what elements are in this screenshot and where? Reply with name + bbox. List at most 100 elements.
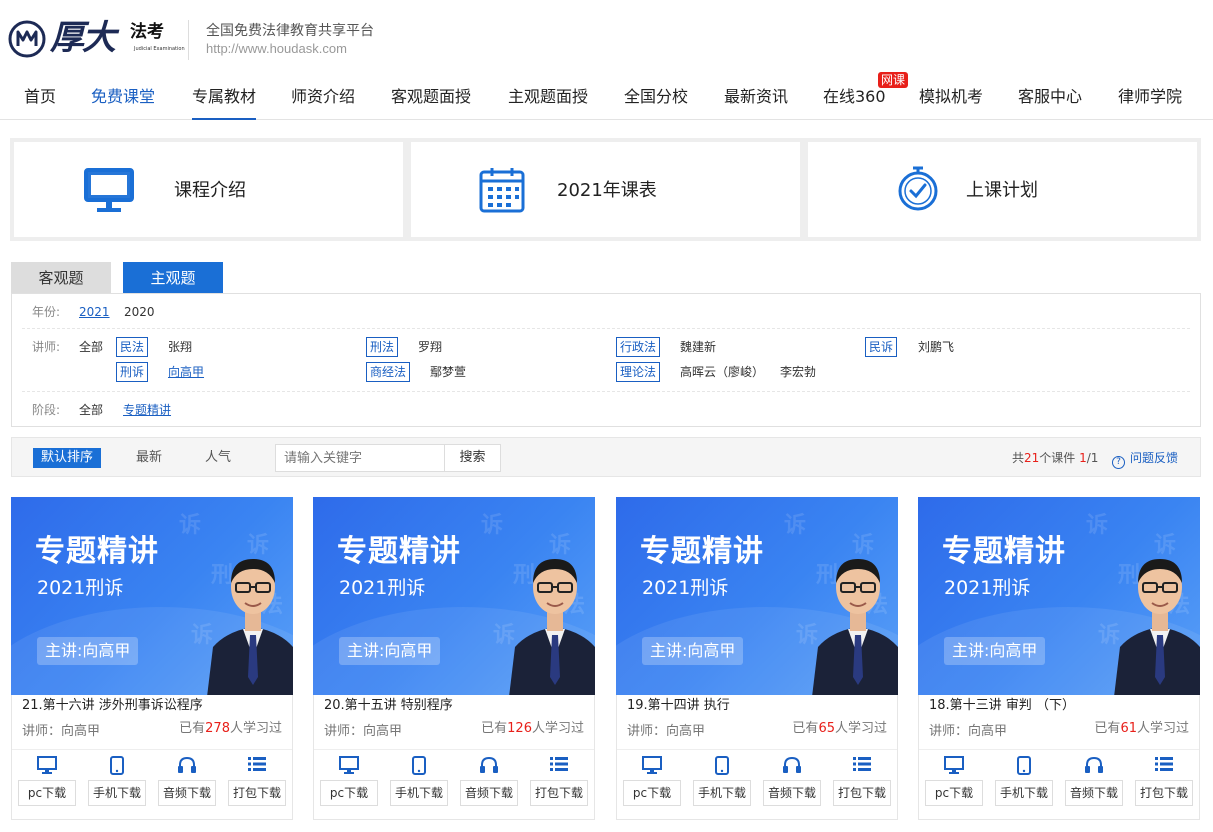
package-download-button[interactable]: 打包下载 [833,780,891,806]
headphones-icon [480,756,498,773]
sort-default-button[interactable]: 默认排序 [33,448,102,468]
nav-item-branches[interactable]: 全国分校 [624,86,688,120]
tab-subjective[interactable]: 主观题 [123,262,223,294]
audio-download-button[interactable]: 音频下载 [763,780,821,806]
subject-tag-civil-procedure[interactable]: 民诉 [865,337,898,357]
search-input[interactable] [275,444,445,472]
course-title[interactable]: 18.第十三讲 审判 （下） [929,697,1075,715]
package-download-button[interactable]: 打包下载 [530,780,588,806]
sort-toolbar: 默认排序 最新 人气 搜索 共21个课件 1/1 ? 问题反馈 [11,437,1201,477]
nav-item-news[interactable]: 最新资讯 [724,86,788,120]
nav-item-lawyer-academy[interactable]: 律师学院 [1118,86,1182,120]
card-divider [617,749,897,750]
package-download-button[interactable]: 打包下载 [1135,780,1193,806]
teacher-all[interactable]: 全部 [79,339,103,355]
teacher-gao-huiyun[interactable]: 高晖云（廖峻） [680,364,764,380]
teacher-zhang-xiang[interactable]: 张翔 [168,339,192,355]
monitor-icon [642,756,662,774]
subject-tag-criminal-procedure[interactable]: 刑诉 [116,362,149,382]
stage-topic-lecture[interactable]: 专题精讲 [123,402,171,418]
online-course-badge: 网课 [878,72,909,88]
nav-item-free-class[interactable]: 免费课堂 [91,86,155,120]
course-teacher: 讲师：向高甲 [324,724,403,739]
audio-download: 音频下载 [158,756,216,818]
teacher-xiang-gaojia[interactable]: 向高甲 [168,364,204,380]
audio-download-button[interactable]: 音频下载 [460,780,518,806]
package-download: 打包下载 [228,756,286,818]
nav-item-home[interactable]: 首页 [24,86,56,120]
subject-tag-civil[interactable]: 民法 [116,337,149,357]
mobile-download-button[interactable]: 手机下载 [693,780,751,806]
learned-prefix: 已有 [179,721,206,736]
year-option-2020[interactable]: 2020 [124,304,155,320]
thumbnail-title: 专题精讲 [35,534,159,569]
pc-download-button[interactable]: pc下载 [925,780,983,806]
package-download-button[interactable]: 打包下载 [228,780,286,806]
learned-number: 278 [205,721,230,736]
course-card-1[interactable]: 诉法诉刑诉 专题精讲 2021刑诉 主讲:向高甲 21.第十六讲 涉外刑事诉讼程… [11,497,293,820]
logo-en-text: Judicial Examination [134,46,185,52]
nav-item-subjective-class[interactable]: 主观题面授 [508,86,588,120]
teacher-li-hongbo[interactable]: 李宏勃 [780,364,816,380]
course-card-2[interactable]: 诉法诉刑诉 专题精讲 2021刑诉 主讲:向高甲 20.第十五讲 特别程序 讲师… [313,497,595,820]
sort-popular-button[interactable]: 人气 [205,448,231,468]
course-title[interactable]: 19.第十四讲 执行 [627,697,730,715]
mobile-download-button[interactable]: 手机下载 [390,780,448,806]
lecturer-portrait-icon [812,559,898,695]
subject-tag-commercial[interactable]: 商经法 [366,362,411,382]
nav-item-mock-exam[interactable]: 模拟机考 [919,86,983,120]
course-thumbnail[interactable]: 诉法诉刑诉 专题精讲 2021刑诉 主讲:向高甲 [11,497,293,695]
mobile-download-button[interactable]: 手机下载 [995,780,1053,806]
course-thumbnail[interactable]: 诉法诉刑诉 专题精讲 2021刑诉 主讲:向高甲 [313,497,595,695]
subject-tag-criminal[interactable]: 刑法 [366,337,399,357]
count-page: 1 [1079,451,1087,465]
audio-download: 音频下载 [460,756,518,818]
site-logo[interactable]: 厚大 法考 Judicial Examination [8,18,185,62]
course-thumbnail[interactable]: 诉法诉刑诉 专题精讲 2021刑诉 主讲:向高甲 [918,497,1200,695]
quick-card-intro[interactable]: 课程介绍 [14,142,403,237]
course-title[interactable]: 20.第十五讲 特别程序 [324,697,453,715]
site-url[interactable]: http://www.houdask.com [206,40,347,58]
sort-newest-button[interactable]: 最新 [136,448,162,468]
tab-objective[interactable]: 客观题 [11,262,111,294]
count-total: 21 [1024,451,1040,465]
subject-tag-theory[interactable]: 理论法 [616,362,661,382]
pc-download-button[interactable]: pc下载 [320,780,378,806]
audio-download-button[interactable]: 音频下载 [1065,780,1123,806]
course-thumbnail[interactable]: 诉法诉刑诉 专题精讲 2021刑诉 主讲:向高甲 [616,497,898,695]
phone-icon [1017,756,1031,775]
nav-item-objective-class[interactable]: 客观题面授 [391,86,471,120]
nav-item-service[interactable]: 客服中心 [1018,86,1082,120]
feedback-link[interactable]: ? 问题反馈 [1112,449,1178,469]
course-learned-count: 已有278人学习过 [179,720,282,738]
nav-item-online360[interactable]: 在线360 [823,86,886,120]
pc-download-button[interactable]: pc下载 [18,780,76,806]
quick-card-plan[interactable]: 上课计划 [808,142,1197,237]
audio-download-button[interactable]: 音频下载 [158,780,216,806]
stage-all[interactable]: 全部 [79,402,103,418]
teacher-yan-mengxuan[interactable]: 鄢梦萱 [430,364,466,380]
mobile-download: 手机下载 [995,756,1053,818]
nav-item-textbooks[interactable]: 专属教材 [192,86,257,120]
learned-prefix: 已有 [792,721,819,736]
course-title[interactable]: 21.第十六讲 涉外刑事诉讼程序 [22,697,203,715]
mobile-download-button[interactable]: 手机下载 [88,780,146,806]
monitor-icon [944,756,964,774]
header-divider [188,20,189,60]
thumbnail-subtitle: 2021刑诉 [37,577,124,599]
quick-card-schedule[interactable]: 2021年课表 [411,142,800,237]
count-mid: 个课件 [1039,451,1080,465]
teacher-liu-pengfei[interactable]: 刘鹏飞 [918,339,954,355]
subject-tag-administrative[interactable]: 行政法 [616,337,661,357]
card-divider [12,749,292,750]
year-option-2021[interactable]: 2021 [79,304,110,320]
search-button[interactable]: 搜索 [444,444,501,472]
course-card-4[interactable]: 诉法诉刑诉 专题精讲 2021刑诉 主讲:向高甲 18.第十三讲 审判 （下） … [918,497,1200,820]
teacher-luo-xiang[interactable]: 罗翔 [418,339,442,355]
lecturer-portrait-icon [509,559,595,695]
teacher-wei-jianxin[interactable]: 魏建新 [680,339,716,355]
nav-item-teachers[interactable]: 师资介绍 [291,86,355,120]
course-card-3[interactable]: 诉法诉刑诉 专题精讲 2021刑诉 主讲:向高甲 19.第十四讲 执行 讲师：向… [616,497,898,820]
list-icon [1155,757,1173,771]
pc-download-button[interactable]: pc下载 [623,780,681,806]
